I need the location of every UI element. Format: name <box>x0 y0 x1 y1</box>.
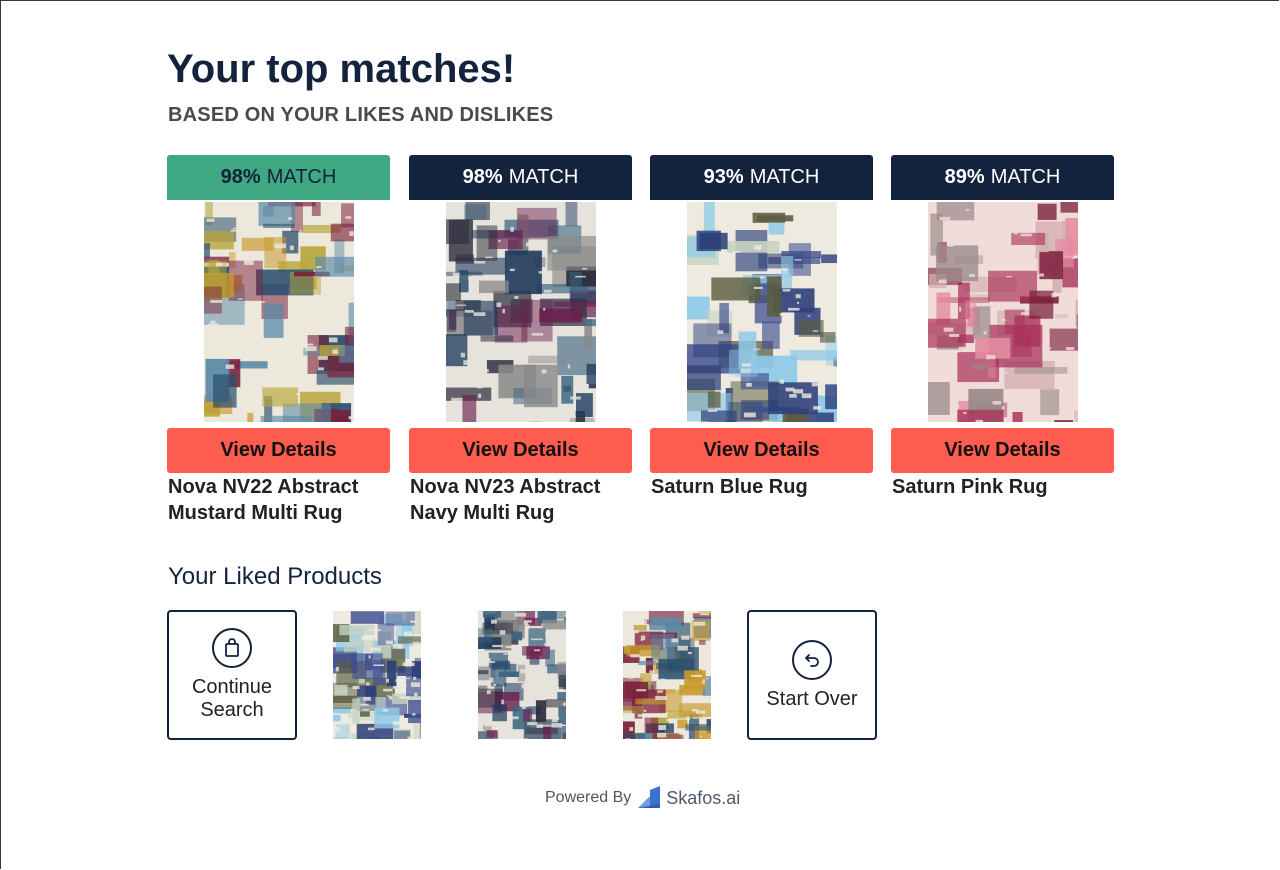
start-over-button[interactable]: Start Over <box>747 610 877 740</box>
product-name-line: Saturn Blue Rug <box>651 476 808 498</box>
product-name-line: Navy Multi Rug <box>410 502 555 524</box>
match-label: MATCH <box>749 166 820 188</box>
match-badge: 93% MATCH <box>650 155 873 200</box>
powered-by[interactable]: Powered By Skafos.ai <box>545 786 740 810</box>
view-details-button[interactable]: View Details <box>891 428 1114 473</box>
match-percent: 98% <box>220 166 261 188</box>
continue-search-button[interactable]: Continue Search <box>167 610 297 740</box>
liked-thumbnail[interactable] <box>478 611 566 739</box>
rug-image-wrap[interactable] <box>167 200 390 422</box>
powered-by-text: Powered By <box>545 789 632 806</box>
match-card: 98% MATCH View Details Nova NV22 Abstrac… <box>167 155 390 526</box>
continue-label-line: Continue <box>191 676 273 698</box>
shopping-bag-icon <box>212 628 252 668</box>
continue-search-label: Continue Search <box>192 676 272 722</box>
product-name-line: Nova NV23 Abstract <box>410 476 601 498</box>
view-details-button[interactable]: View Details <box>409 428 632 473</box>
view-details-button[interactable]: View Details <box>167 428 390 473</box>
liked-products-title: Your Liked Products <box>168 563 382 590</box>
rug-image-wrap[interactable] <box>891 200 1114 422</box>
product-name-line: Nova NV22 Abstract <box>168 476 359 498</box>
product-name[interactable]: Saturn Blue Rug <box>650 474 873 500</box>
match-label: MATCH <box>266 166 337 188</box>
product-name[interactable]: Nova NV23 Abstract Navy Multi Rug <box>409 474 632 526</box>
match-percent: 93% <box>703 166 744 188</box>
page-title: Your top matches! <box>167 47 516 91</box>
page-subtitle: BASED ON YOUR LIKES AND DISLIKES <box>168 104 554 126</box>
rug-image-wrap[interactable] <box>409 200 632 422</box>
match-card: 98% MATCH View Details Nova NV23 Abstrac… <box>409 155 632 526</box>
rug-image[interactable] <box>445 202 596 422</box>
match-badge: 89% MATCH <box>891 155 1114 200</box>
product-name[interactable]: Nova NV22 Abstract Mustard Multi Rug <box>167 474 390 526</box>
product-name[interactable]: Saturn Pink Rug <box>891 474 1114 500</box>
brand-name: Skafos.ai <box>666 787 741 808</box>
skafos-logo-icon <box>638 786 661 808</box>
match-percent: 98% <box>462 166 503 188</box>
start-over-label: Start Over <box>766 687 858 710</box>
rug-image[interactable] <box>686 202 837 422</box>
search-label-line: Search <box>200 699 264 721</box>
match-badge: 98% MATCH <box>409 155 632 200</box>
match-card: 93% MATCH View Details Saturn Blue Rug <box>650 155 873 500</box>
rug-image[interactable] <box>203 202 354 422</box>
match-badge: 98% MATCH <box>167 155 390 200</box>
product-name-line: Saturn Pink Rug <box>892 476 1048 498</box>
rug-image[interactable] <box>927 202 1078 422</box>
liked-thumbnail[interactable] <box>623 611 711 739</box>
liked-thumbnail[interactable] <box>333 611 421 739</box>
rug-image-wrap[interactable] <box>650 200 873 422</box>
match-percent: 89% <box>944 166 985 188</box>
undo-icon <box>792 639 832 680</box>
match-card: 89% MATCH View Details Saturn Pink Rug <box>891 155 1114 500</box>
product-name-line: Mustard Multi Rug <box>168 502 343 524</box>
match-label: MATCH <box>508 166 579 188</box>
match-label: MATCH <box>990 166 1061 188</box>
view-details-button[interactable]: View Details <box>650 428 873 473</box>
